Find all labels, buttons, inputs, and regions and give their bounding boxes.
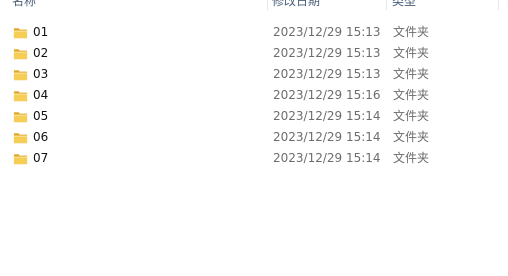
file-date-modified: 2023/12/29 15:14 [273,130,381,144]
folder-icon [13,28,28,39]
file-type: 文件夹 [393,151,430,165]
file-name: 07 [33,151,49,165]
folder-icon [13,70,28,81]
file-list-pane: 名称 修改日期 类型 01 2023/12/29 15:13 文件夹 02 20… [0,0,508,276]
file-date-modified: 2023/12/29 15:13 [273,46,381,60]
column-divider[interactable] [498,0,499,10]
column-header-name[interactable]: 名称 [12,0,36,11]
file-type: 文件夹 [393,109,430,123]
file-type: 文件夹 [393,46,430,60]
file-row[interactable]: 02 2023/12/29 15:13 文件夹 [0,43,508,64]
folder-icon [13,91,28,102]
file-row[interactable]: 03 2023/12/29 15:13 文件夹 [0,64,508,85]
column-header-bar: 名称 修改日期 类型 [0,0,508,11]
column-divider[interactable] [267,0,268,10]
folder-icon [13,112,28,123]
file-name: 04 [33,88,49,102]
file-type: 文件夹 [393,130,430,144]
column-header-type[interactable]: 类型 [392,0,416,11]
folder-icon [13,154,28,165]
file-date-modified: 2023/12/29 15:14 [273,109,381,123]
column-divider[interactable] [386,0,387,10]
folder-icon [13,133,28,144]
file-date-modified: 2023/12/29 15:13 [273,25,381,39]
file-date-modified: 2023/12/29 15:14 [273,151,381,165]
file-row[interactable]: 01 2023/12/29 15:13 文件夹 [0,22,508,43]
file-name: 06 [33,130,49,144]
column-header-date-modified[interactable]: 修改日期 [272,0,320,11]
file-type: 文件夹 [393,25,430,39]
file-name: 01 [33,25,49,39]
file-row[interactable]: 05 2023/12/29 15:14 文件夹 [0,106,508,127]
file-rows: 01 2023/12/29 15:13 文件夹 02 2023/12/29 15… [0,22,508,169]
file-type: 文件夹 [393,88,430,102]
file-row[interactable]: 04 2023/12/29 15:16 文件夹 [0,85,508,106]
file-name: 02 [33,46,49,60]
folder-icon [13,49,28,60]
file-name: 05 [33,109,49,123]
file-row[interactable]: 07 2023/12/29 15:14 文件夹 [0,148,508,169]
file-date-modified: 2023/12/29 15:13 [273,67,381,81]
file-date-modified: 2023/12/29 15:16 [273,88,381,102]
file-name: 03 [33,67,49,81]
file-type: 文件夹 [393,67,430,81]
file-row[interactable]: 06 2023/12/29 15:14 文件夹 [0,127,508,148]
